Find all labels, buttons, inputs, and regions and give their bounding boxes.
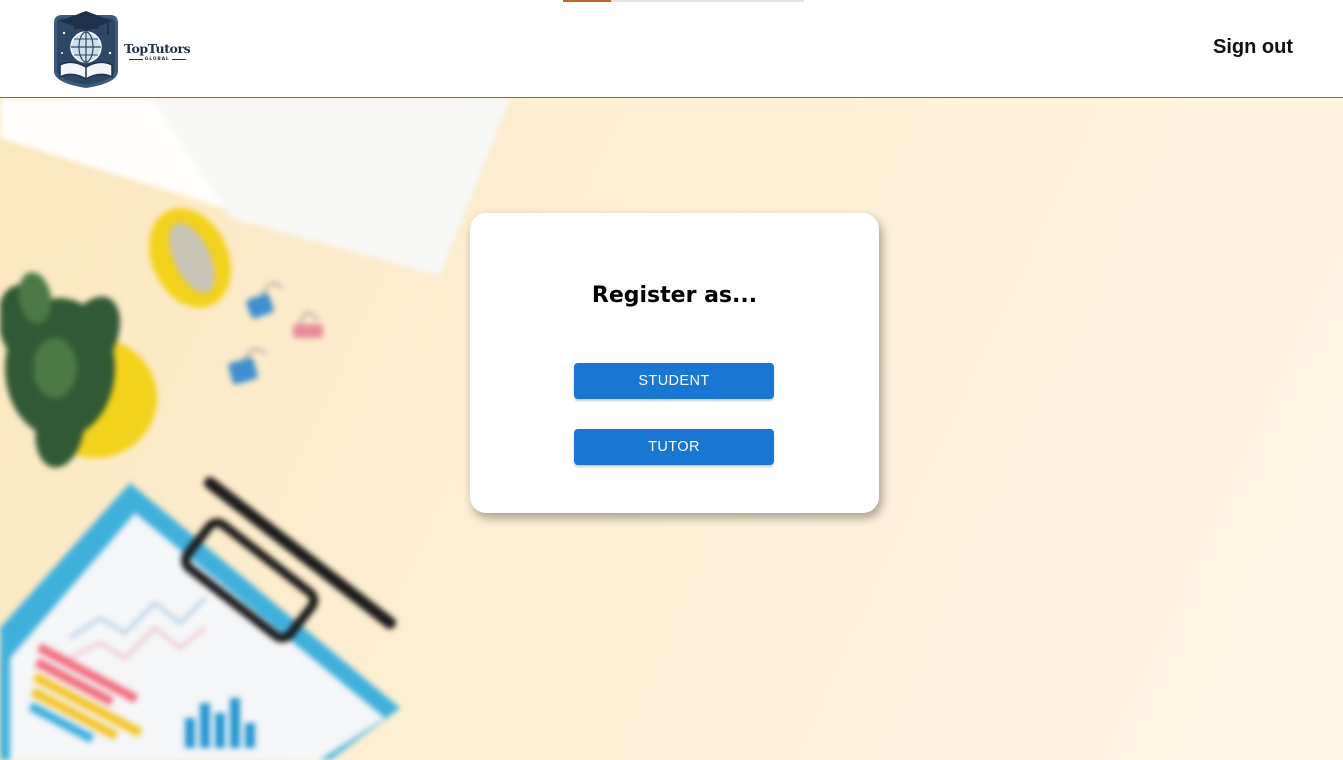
divider [128, 58, 143, 60]
loading-progress-fill [563, 0, 612, 2]
sign-out-link[interactable]: Sign out [1213, 36, 1293, 59]
brand-name: TopTutors [124, 40, 191, 56]
brand-subtitle: GLOBAL [144, 56, 170, 62]
brand-logo[interactable]: TopTutors GLOBAL [50, 8, 195, 90]
register-role-card: Register as... STUDENT TUTOR [470, 213, 879, 513]
top-header: TopTutors GLOBAL Sign out [0, 0, 1343, 98]
brand-sub-row: GLOBAL [128, 56, 186, 62]
loading-progress-bar [563, 0, 804, 2]
register-student-button[interactable]: STUDENT [574, 363, 774, 399]
card-title: Register as... [591, 283, 758, 308]
graduation-cap-globe-book-icon [54, 11, 118, 88]
brand-wordmark: TopTutors GLOBAL [124, 40, 191, 62]
divider [171, 58, 186, 60]
app-root: TopTutors GLOBAL Sign out Register as...… [0, 0, 1343, 760]
register-tutor-button[interactable]: TUTOR [574, 429, 774, 465]
